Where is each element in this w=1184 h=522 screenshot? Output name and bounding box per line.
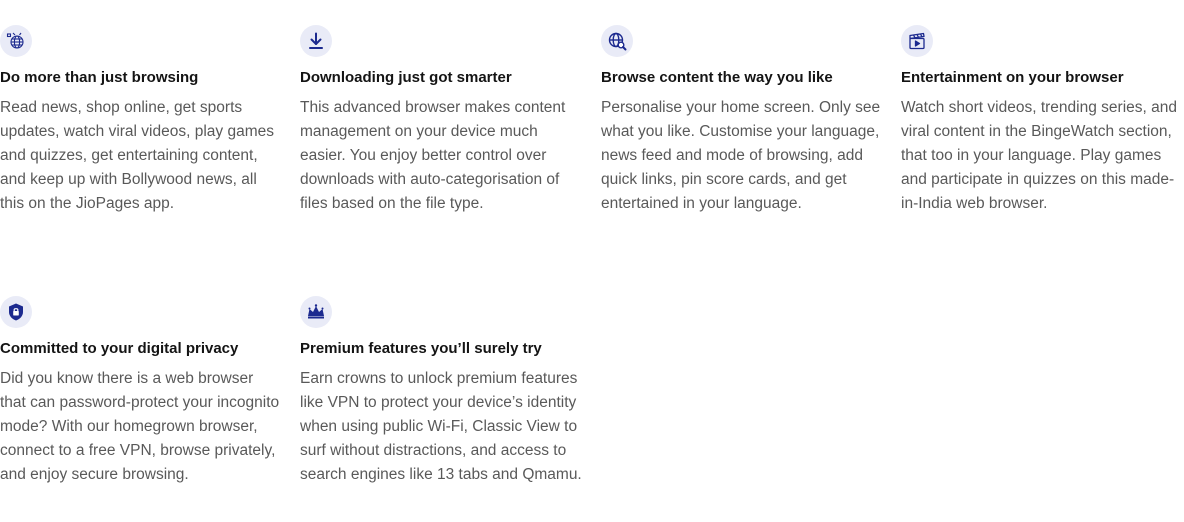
feature-description: Earn crowns to unlock premium features l… xyxy=(300,370,582,483)
crown-icon xyxy=(300,296,332,328)
feature-card-premium: Premium features you’ll surely try Earn … xyxy=(300,296,582,487)
globe-search-icon xyxy=(601,25,633,57)
feature-title: Do more than just browsing xyxy=(0,69,199,86)
feature-description: Did you know there is a web browser that… xyxy=(0,370,280,483)
feature-description: This advanced browser makes content mana… xyxy=(300,99,566,212)
feature-description: Watch short videos, trending series, and… xyxy=(901,99,1177,212)
feature-description: Read news, shop online, get sports updat… xyxy=(0,99,274,212)
download-icon xyxy=(300,25,332,57)
feature-card-downloading: Downloading just got smarter This advanc… xyxy=(300,25,582,216)
feature-description: Personalise your home screen. Only see w… xyxy=(601,99,881,212)
feature-card-browsing: Do more than just browsing Read news, sh… xyxy=(0,25,282,216)
feature-card-privacy: Committed to your digital privacy Did yo… xyxy=(0,296,282,487)
feature-card-entertainment: Entertainment on your browser Watch shor… xyxy=(901,25,1183,216)
feature-title: Downloading just got smarter xyxy=(300,69,512,86)
feature-title: Browse content the way you like xyxy=(601,69,833,86)
feature-title: Committed to your digital privacy xyxy=(0,340,239,357)
feature-card-browse-content: Browse content the way you like Personal… xyxy=(601,25,883,216)
globe-web-icon xyxy=(0,25,32,57)
feature-title: Entertainment on your browser xyxy=(901,69,1124,86)
shield-lock-icon xyxy=(0,296,32,328)
feature-title: Premium features you’ll surely try xyxy=(300,340,542,357)
clapperboard-icon xyxy=(901,25,933,57)
